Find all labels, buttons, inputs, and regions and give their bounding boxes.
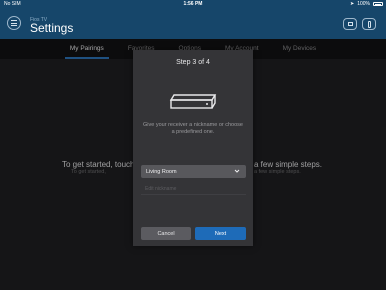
step-indicator: Step 3 of 4 bbox=[176, 59, 210, 66]
menu-button[interactable] bbox=[7, 16, 21, 30]
nickname-select-value: Living Room bbox=[146, 168, 177, 175]
cancel-button[interactable]: Cancel bbox=[141, 227, 191, 240]
set-top-box-button[interactable] bbox=[343, 18, 357, 30]
app-header: Fios TV Settings bbox=[0, 8, 386, 39]
status-bar: No SIM 1:56 PM ➤ 100% bbox=[0, 0, 386, 8]
next-button[interactable]: Next bbox=[195, 227, 246, 240]
pairing-dialog: Step 3 of 4 Give your receiver a nicknam… bbox=[133, 50, 253, 246]
set-top-box-icon bbox=[347, 22, 353, 26]
status-indicators: ➤ 100% bbox=[350, 1, 383, 7]
remote-control-button[interactable] bbox=[362, 18, 376, 30]
clock: 1:56 PM bbox=[183, 1, 203, 7]
page-title: Settings bbox=[30, 21, 74, 35]
receiver-icon bbox=[169, 94, 217, 109]
remote-icon bbox=[367, 20, 371, 28]
hamburger-icon bbox=[11, 20, 17, 21]
battery-percent: 100% bbox=[357, 1, 370, 7]
location-arrow-icon: ➤ bbox=[350, 1, 355, 7]
custom-nickname-input[interactable]: Edit nickname bbox=[141, 184, 246, 195]
chevron-down-icon bbox=[234, 169, 240, 173]
nickname-select[interactable]: Living Room bbox=[141, 165, 246, 178]
battery-icon bbox=[373, 2, 383, 6]
instructions-text: Give your receiver a nickname or choose … bbox=[143, 122, 243, 135]
